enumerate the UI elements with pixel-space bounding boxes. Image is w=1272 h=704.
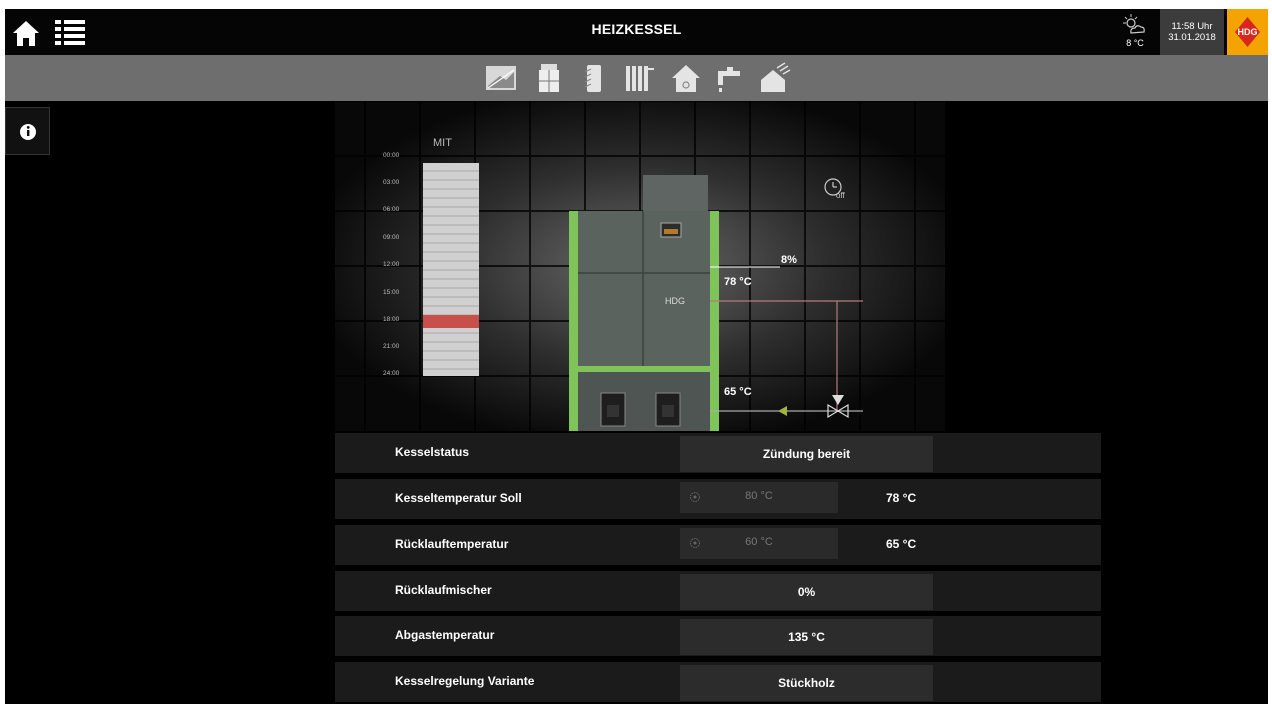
top-bar: HEIZKESSEL 8 °C 11:58 Uhr 31.01.2018 HDG: [5, 9, 1268, 55]
schedule-bar[interactable]: [423, 163, 479, 376]
control-variant-value[interactable]: Stückholz: [680, 665, 933, 701]
return-temperature: 65 °C: [724, 386, 752, 398]
table-row: Kesseltemperatur Soll 80 °C 78 °C: [335, 479, 1101, 519]
radiator-icon[interactable]: [622, 62, 656, 94]
buffer-tank-icon[interactable]: [577, 62, 611, 94]
table-row: Rücklauftemperatur 60 °C 65 °C: [335, 525, 1101, 565]
time-label-0900: 09:00: [383, 234, 400, 241]
sun-cloud-icon: [1123, 14, 1145, 34]
component-icon-bar: [5, 55, 1268, 101]
time-label-1800: 18:00: [383, 316, 400, 323]
weather-widget[interactable]: 8 °C: [1117, 13, 1153, 51]
table-row: Kesselstatus Zündung bereit: [335, 433, 1101, 473]
date-text: 31.01.2018: [1168, 32, 1216, 43]
flue-gas-temp-value[interactable]: 135 °C: [680, 619, 933, 655]
setpoint-value: 80 °C: [745, 490, 773, 502]
app-frame: HEIZKESSEL 8 °C 11:58 Uhr 31.01.2018 HDG: [5, 9, 1268, 704]
table-row: Rücklaufmischer 0%: [335, 571, 1101, 611]
house-icon[interactable]: [669, 62, 703, 94]
time-label-0600: 06:00: [383, 206, 400, 213]
time-text: 11:58 Uhr: [1171, 21, 1213, 32]
row-label: Abgastemperatur: [395, 628, 495, 642]
boiler-icon[interactable]: [532, 62, 566, 94]
time-label-0300: 03:00: [383, 179, 400, 186]
row-label: Kesseltemperatur Soll: [395, 491, 522, 505]
timer-state: off: [836, 191, 845, 200]
outdoor-temperature: 8 °C: [1126, 38, 1144, 48]
flow-temperature: 78 °C: [724, 276, 752, 288]
return-setpoint-field[interactable]: 60 °C: [680, 528, 838, 559]
actual-value: 78 °C: [886, 491, 917, 505]
page-title: HEIZKESSEL: [591, 21, 682, 37]
time-label-0000: 00:00: [383, 152, 400, 159]
time-label-1500: 15:00: [383, 289, 400, 296]
boiler-diagram: HDG: [335, 101, 945, 431]
schedule-active-slot: [423, 315, 479, 328]
info-icon: [20, 124, 36, 140]
time-label-2400: 24:00: [383, 370, 400, 377]
clock-display[interactable]: 11:58 Uhr 31.01.2018: [1160, 9, 1224, 55]
setpoint-value: 60 °C: [745, 536, 773, 548]
row-label: Rücklaufmischer: [395, 583, 492, 597]
boiler-graphic[interactable]: HDG: [569, 175, 719, 431]
hdg-logo: HDG: [1227, 9, 1268, 55]
row-label: Kesselstatus: [395, 445, 470, 459]
boiler-feed-icon[interactable]: [484, 62, 518, 94]
solar-house-icon[interactable]: [757, 62, 791, 94]
actual-value: 65 °C: [886, 537, 917, 551]
info-button[interactable]: [5, 107, 50, 155]
schedule-label: MIT: [433, 137, 452, 149]
boiler-setpoint-field[interactable]: 80 °C: [680, 482, 838, 513]
percent-value: 8%: [781, 254, 797, 266]
boiler-brand: HDG: [665, 296, 685, 306]
time-label-2100: 21:00: [383, 343, 400, 350]
boiler-status-value[interactable]: Zündung bereit: [680, 436, 933, 472]
table-row: Kesselregelung Variante Stückholz: [335, 662, 1101, 702]
return-mixer-value[interactable]: 0%: [680, 574, 933, 610]
logo-text: HDG: [1238, 27, 1258, 37]
tap-icon[interactable]: [712, 62, 746, 94]
row-label: Rücklauftemperatur: [395, 537, 509, 551]
time-label-1200: 12:00: [383, 261, 400, 268]
row-label: Kesselregelung Variante: [395, 674, 535, 688]
table-row: Abgastemperatur 135 °C: [335, 616, 1101, 656]
